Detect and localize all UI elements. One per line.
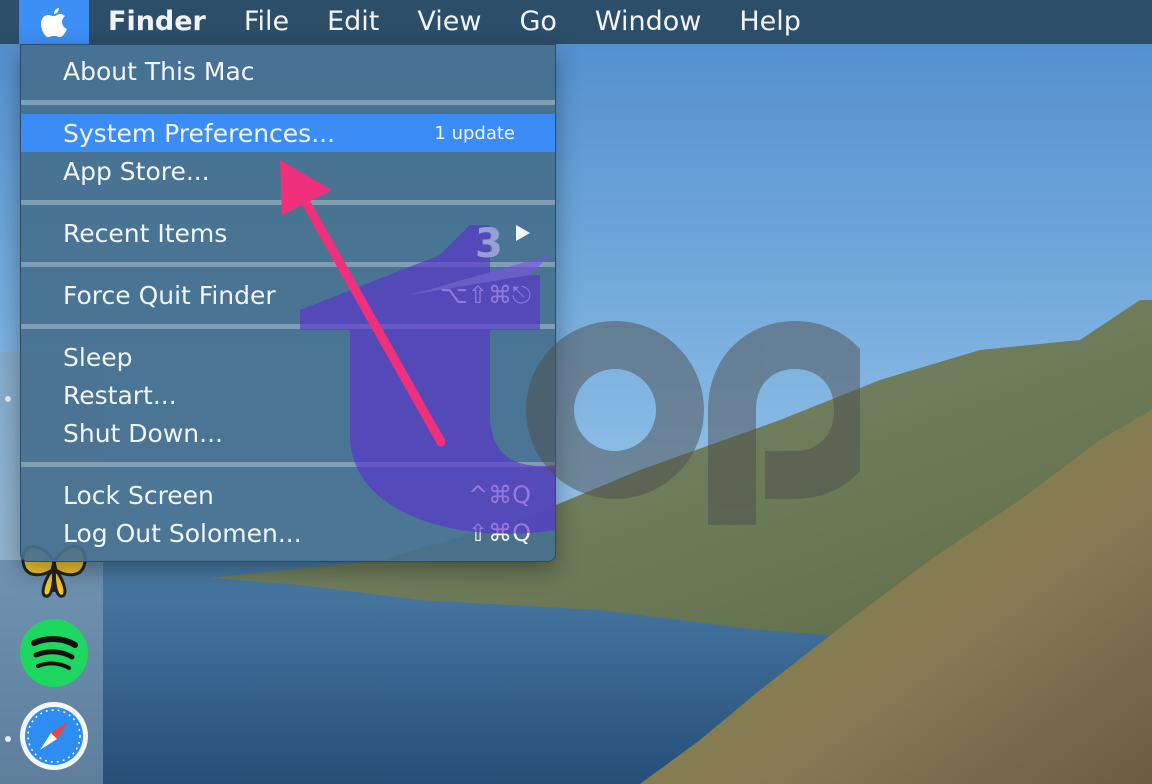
menu-item-app-store[interactable]: App Store... bbox=[21, 152, 555, 190]
menu-item-sleep[interactable]: Sleep bbox=[21, 338, 555, 376]
menu-file[interactable]: File bbox=[225, 0, 308, 44]
menu-item-restart[interactable]: Restart... bbox=[21, 376, 555, 414]
menu-item-lock-screen[interactable]: Lock Screen ^⌘Q bbox=[21, 476, 555, 514]
menu-bar: Finder File Edit View Go Window Help bbox=[0, 0, 1152, 44]
menu-go[interactable]: Go bbox=[500, 0, 575, 44]
menu-separator bbox=[21, 462, 555, 467]
menu-item-label: Force Quit Finder bbox=[63, 280, 276, 310]
triangle-right-icon bbox=[516, 225, 530, 241]
apple-logo-icon bbox=[41, 8, 67, 37]
menu-item-force-quit[interactable]: Force Quit Finder ⌥⇧⌘⎋ bbox=[21, 276, 555, 314]
spotify-icon[interactable] bbox=[18, 617, 90, 689]
apple-menu-dropdown: About This Mac System Preferences... 1 u… bbox=[20, 44, 556, 562]
safari-icon[interactable] bbox=[18, 700, 90, 772]
menu-item-system-preferences[interactable]: System Preferences... 1 update bbox=[21, 114, 555, 152]
log-out-shortcut: ⇧⌘Q bbox=[468, 519, 531, 547]
menu-help[interactable]: Help bbox=[720, 0, 820, 44]
apple-menu-button[interactable] bbox=[19, 0, 89, 44]
menu-item-label: Lock Screen bbox=[63, 480, 214, 510]
lock-screen-shortcut: ^⌘Q bbox=[468, 481, 531, 509]
update-badge: 1 update bbox=[434, 122, 515, 144]
menu-separator bbox=[21, 262, 555, 267]
force-quit-shortcut: ⌥⇧⌘⎋ bbox=[440, 281, 531, 309]
dock-running-indicator bbox=[5, 396, 11, 402]
menu-view[interactable]: View bbox=[398, 0, 500, 44]
menu-edit[interactable]: Edit bbox=[308, 0, 398, 44]
menu-item-recent-items[interactable]: Recent Items bbox=[21, 214, 555, 252]
menu-item-label: Log Out Solomen... bbox=[63, 518, 302, 548]
menu-item-label: Sleep bbox=[63, 342, 133, 372]
menu-item-label: App Store... bbox=[63, 156, 210, 186]
menu-item-label: Shut Down... bbox=[63, 418, 223, 448]
menu-item-label: Recent Items bbox=[63, 218, 228, 248]
menu-item-shut-down[interactable]: Shut Down... bbox=[21, 414, 555, 452]
menu-item-label: System Preferences... bbox=[63, 118, 336, 148]
menu-item-label: Restart... bbox=[63, 380, 177, 410]
menu-finder[interactable]: Finder bbox=[89, 0, 225, 44]
menu-separator bbox=[21, 324, 555, 329]
menu-item-about-this-mac[interactable]: About This Mac bbox=[21, 52, 555, 90]
menu-item-label: About This Mac bbox=[63, 56, 255, 86]
dock-running-indicator bbox=[5, 736, 11, 742]
menu-separator bbox=[21, 100, 555, 105]
menu-separator bbox=[21, 200, 555, 205]
menu-window[interactable]: Window bbox=[576, 0, 720, 44]
menu-item-log-out[interactable]: Log Out Solomen... ⇧⌘Q bbox=[21, 514, 555, 552]
